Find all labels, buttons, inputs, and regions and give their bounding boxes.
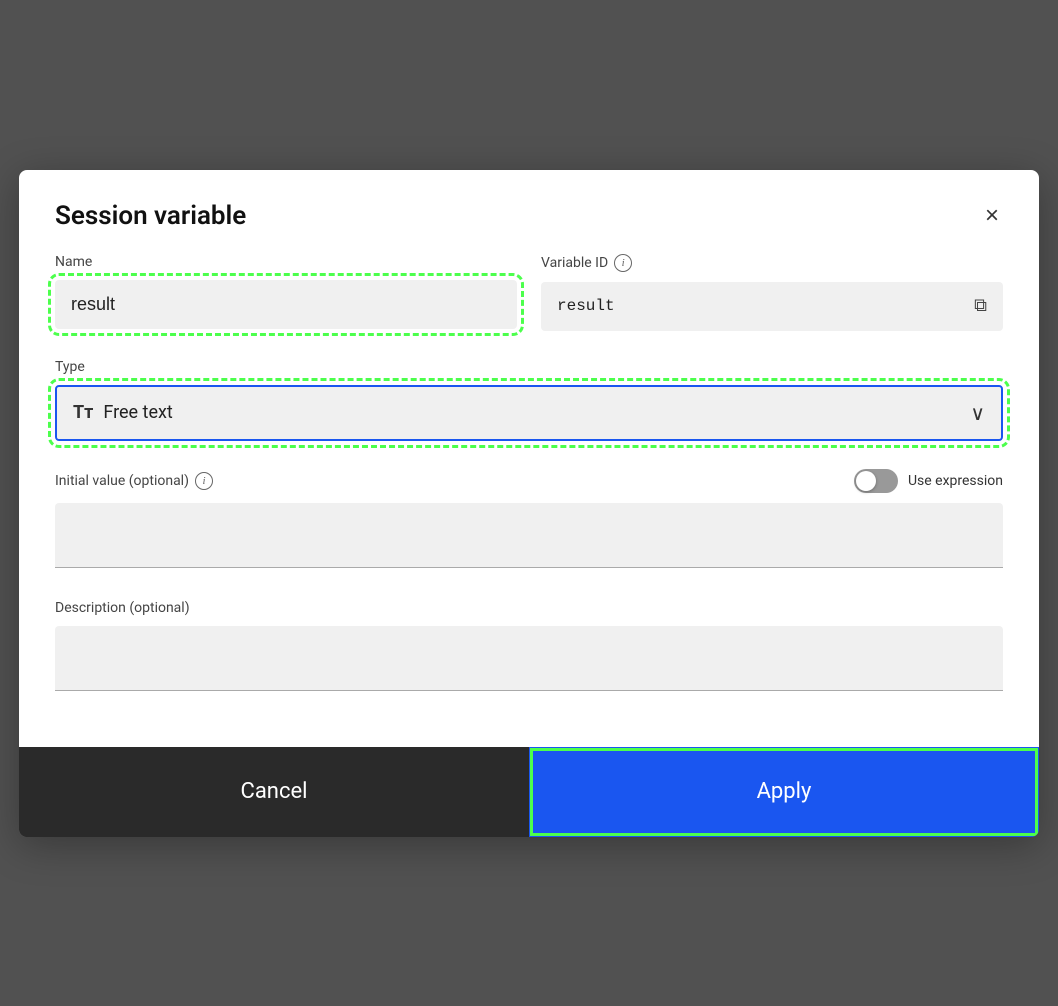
cancel-button[interactable]: Cancel: [19, 747, 529, 837]
type-selected-value: Free text: [103, 402, 172, 423]
variable-id-value: result: [557, 297, 615, 315]
type-section: Type Tт Free text ∨: [55, 359, 1003, 441]
type-dropdown[interactable]: Tт Free text ∨: [55, 385, 1003, 441]
initial-value-header: Initial value (optional) i Use expressio…: [55, 469, 1003, 493]
description-input[interactable]: [55, 626, 1003, 691]
copy-icon[interactable]: ⧉: [974, 296, 987, 317]
name-field-group: Name: [55, 254, 517, 331]
variable-id-display: result ⧉: [541, 282, 1003, 331]
use-expression-group: Use expression: [854, 469, 1003, 493]
description-section: Description (optional): [55, 600, 1003, 695]
variable-id-label: Variable ID i: [541, 254, 1003, 272]
use-expression-toggle[interactable]: [854, 469, 898, 493]
toggle-knob: [856, 471, 876, 491]
initial-value-label: Initial value (optional) i: [55, 472, 213, 490]
variable-id-field-group: Variable ID i result ⧉: [541, 254, 1003, 331]
initial-value-info-icon: i: [195, 472, 213, 490]
type-dropdown-left: Tт Free text: [73, 402, 173, 423]
initial-value-section: Initial value (optional) i Use expressio…: [55, 469, 1003, 572]
modal-backdrop: Session variable × Name Variable ID i: [0, 0, 1058, 1006]
close-button[interactable]: ×: [981, 198, 1003, 234]
description-label: Description (optional): [55, 600, 1003, 616]
modal-title: Session variable: [55, 201, 246, 231]
use-expression-label: Use expression: [908, 473, 1003, 489]
name-input[interactable]: [55, 280, 517, 329]
type-label: Type: [55, 359, 1003, 375]
chevron-down-icon: ∨: [970, 401, 985, 425]
name-variableid-row: Name Variable ID i result ⧉: [55, 254, 1003, 331]
modal-header: Session variable ×: [19, 170, 1039, 254]
modal-body: Name Variable ID i result ⧉ T: [19, 254, 1039, 747]
variable-id-info-icon: i: [614, 254, 632, 272]
session-variable-modal: Session variable × Name Variable ID i: [19, 170, 1039, 837]
modal-footer: Cancel Apply: [19, 747, 1039, 837]
initial-value-input[interactable]: [55, 503, 1003, 568]
apply-button[interactable]: Apply: [529, 747, 1039, 837]
tt-icon: Tт: [73, 402, 93, 423]
name-label: Name: [55, 254, 517, 270]
